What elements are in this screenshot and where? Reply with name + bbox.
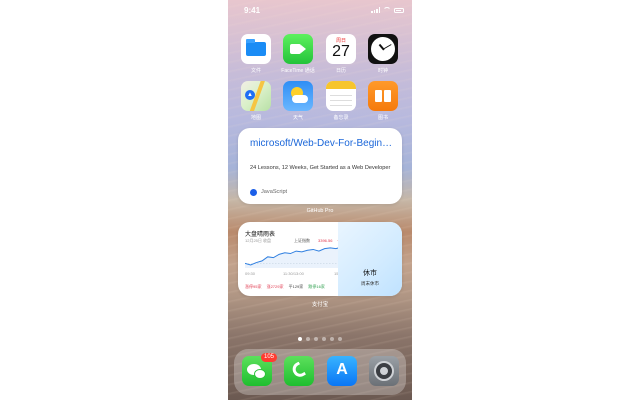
notification-badge: 105	[261, 353, 278, 362]
status-bar: 9:41	[228, 4, 412, 18]
dock-app-phone[interactable]	[283, 356, 315, 386]
index-line-chart	[245, 246, 353, 268]
status-time: 9:41	[244, 6, 261, 15]
files-icon	[241, 34, 271, 64]
app-label: 日历	[335, 68, 346, 74]
wifi-icon	[383, 7, 391, 13]
weather-icon	[283, 81, 313, 111]
page-dot[interactable]	[330, 337, 334, 341]
books-icon	[368, 81, 398, 111]
battery-icon	[394, 7, 404, 13]
stock-title: 大盘晴雨表	[245, 232, 276, 238]
app-store-icon: A	[327, 356, 357, 386]
market-status: 休市	[363, 270, 377, 277]
market-status-sub: 周末休市	[361, 281, 379, 286]
dock-app-settings[interactable]	[368, 356, 400, 386]
calendar-icon: 周日 27	[326, 34, 356, 64]
repo-title: microsoft/Web-Dev-For-Beginners	[250, 138, 396, 149]
app-maps[interactable]: ▲ 地图	[236, 81, 276, 121]
status-icons	[371, 7, 404, 13]
github-widget-caption: GitHub Pro	[306, 208, 334, 214]
app-books[interactable]: 图书	[363, 81, 403, 121]
app-label: FaceTime 通话	[281, 68, 315, 74]
app-label: 图书	[377, 115, 388, 121]
app-clock[interactable]: 时钟	[363, 34, 403, 74]
dock: 105 A	[234, 349, 406, 395]
time-tick: 09:30	[245, 271, 256, 276]
index-area	[245, 247, 353, 268]
breadth-up-stop: 涨停95家	[245, 284, 262, 289]
phone-screen: 9:41 文件 FaceTime 通话 周日 27 日历 时钟 ▲ 地图 天气 …	[228, 0, 412, 400]
index-value: 3396.56	[318, 238, 333, 243]
github-widget[interactable]: microsoft/Web-Dev-For-Beginners 24 Lesso…	[238, 128, 402, 204]
breadth-down: 跌停16家	[308, 284, 325, 289]
app-facetime[interactable]: FaceTime 通话	[278, 34, 318, 74]
dock-app-wechat[interactable]: 105	[241, 353, 278, 386]
time-tick: 11:30/13:00	[283, 271, 304, 276]
calendar-date: 27	[332, 43, 350, 60]
signal-icon	[371, 7, 380, 13]
app-label: 文件	[250, 68, 261, 74]
app-calendar[interactable]: 周日 27 日历	[321, 34, 361, 74]
language-dot-icon	[250, 189, 257, 196]
page-dot[interactable]	[306, 337, 310, 341]
stock-widget[interactable]: 大盘晴雨表 12月25日 收盘 上证指数 3396.56 +0.49% 09:3…	[238, 222, 402, 296]
notes-icon	[326, 81, 356, 111]
app-label: 备忘录	[333, 115, 349, 121]
repo-language: JavaScript	[261, 189, 288, 195]
maps-icon: ▲	[241, 81, 271, 111]
settings-gear-icon	[369, 356, 399, 386]
page-indicator[interactable]	[228, 328, 412, 346]
phone-icon	[284, 356, 314, 386]
market-status-panel: 休市 周末休市	[338, 222, 402, 296]
app-label: 时钟	[377, 68, 388, 74]
page-dot[interactable]	[322, 337, 326, 341]
breadth-up: 涨2729家	[266, 284, 284, 289]
stock-widget-caption: 支付宝	[311, 302, 329, 308]
app-label: 天气	[292, 115, 303, 121]
app-notes[interactable]: 备忘录	[321, 81, 361, 121]
app-label: 地图	[250, 115, 261, 121]
breadth-flat: 平129家	[288, 284, 304, 289]
clock-icon	[368, 34, 398, 64]
facetime-icon	[283, 34, 313, 64]
dock-app-store[interactable]: A	[326, 356, 358, 386]
page-dot[interactable]	[314, 337, 318, 341]
repo-description: 24 Lessons, 12 Weeks, Get Started as a W…	[250, 165, 391, 171]
page-dot[interactable]	[338, 337, 342, 341]
app-files[interactable]: 文件	[236, 34, 276, 74]
page-dot[interactable]	[298, 337, 302, 341]
app-weather[interactable]: 天气	[278, 81, 318, 121]
